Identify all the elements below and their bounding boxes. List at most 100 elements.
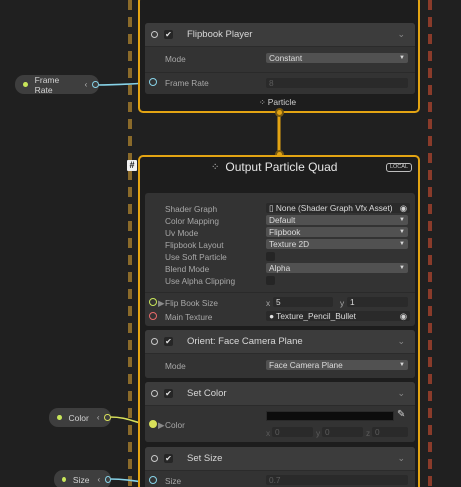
uv-mode-label: Uv Mode xyxy=(165,228,199,238)
property-type-dot xyxy=(62,477,66,482)
block-title: Set Size xyxy=(187,453,223,464)
chevron-left-icon[interactable]: ‹ xyxy=(85,80,88,89)
file-icon: ▯ xyxy=(269,203,274,213)
use-soft-particle-label: Use Soft Particle xyxy=(165,252,227,262)
chevron-down-icon[interactable]: ⌄ xyxy=(397,336,405,347)
color-mapping-dropdown[interactable]: Default ▼ xyxy=(266,215,408,225)
chevron-down-icon[interactable]: ⌄ xyxy=(397,453,405,464)
orient-block[interactable]: ✔ Orient: Face Camera Plane ⌄ Mode Face … xyxy=(145,330,415,378)
flip-book-size-label: Flip Book Size xyxy=(165,298,219,308)
orient-block-header[interactable]: ✔ Orient: Face Camera Plane ⌄ xyxy=(145,330,415,354)
flip-book-size-port[interactable] xyxy=(149,298,157,306)
block-port-icon[interactable] xyxy=(151,31,158,38)
use-soft-particle-checkbox[interactable] xyxy=(266,252,275,261)
divider xyxy=(145,72,415,73)
chevron-left-icon[interactable]: ‹ xyxy=(97,413,100,422)
property-node-size[interactable]: Size ‹ xyxy=(54,470,111,487)
size-field[interactable]: 0.7 xyxy=(266,475,408,485)
mode-label: Mode xyxy=(165,54,186,64)
shader-graph-field[interactable]: ▯ None (Shader Graph Vfx Asset) ◉ xyxy=(266,203,410,213)
block-port-icon[interactable] xyxy=(151,455,158,462)
flipbook-player-block[interactable]: ✔ Flipbook Player ⌄ Mode Constant ▼ Frame… xyxy=(145,23,415,94)
size-port[interactable] xyxy=(149,476,157,484)
eyedropper-icon[interactable]: ✎ xyxy=(397,409,405,420)
x-axis-label: x xyxy=(266,298,271,308)
texture-icon: ● xyxy=(269,311,275,321)
mode-label: Mode xyxy=(165,361,186,371)
chevron-down-icon[interactable]: ⌄ xyxy=(397,29,405,40)
property-node-color[interactable]: Color ‹ xyxy=(49,408,111,427)
block-port-icon[interactable] xyxy=(151,390,158,397)
output-context-title: ⁘ Output Particle Quad xyxy=(211,160,338,174)
color-x-field[interactable]: 0 xyxy=(272,427,313,437)
expand-arrow-icon[interactable]: ▶ xyxy=(158,298,164,308)
block-enable-checkbox[interactable]: ✔ xyxy=(164,30,173,39)
mode-dropdown[interactable]: Constant ▼ xyxy=(266,53,408,63)
chevron-left-icon[interactable]: ‹ xyxy=(97,475,100,484)
frame-rate-label: Frame Rate xyxy=(165,78,209,88)
block-enable-checkbox[interactable]: ✔ xyxy=(164,389,173,398)
main-texture-field[interactable]: ● Texture_Pencil_Bullet ◉ xyxy=(266,311,410,321)
color-mapping-label: Color Mapping xyxy=(165,216,219,226)
property-output-port[interactable] xyxy=(105,476,111,483)
dropdown-arrow-icon: ▼ xyxy=(399,229,405,235)
block-title: Orient: Face Camera Plane xyxy=(187,336,303,347)
frame-rate-port[interactable] xyxy=(149,78,157,86)
set-color-block[interactable]: ✔ Set Color ⌄ ▶ Color ✎ x 0 y 0 z 0 xyxy=(145,382,415,442)
color-z-field[interactable]: 0 xyxy=(372,427,408,437)
property-type-dot xyxy=(23,82,28,87)
use-alpha-clipping-checkbox[interactable] xyxy=(266,276,275,285)
property-node-frame-rate[interactable]: Frame Rate ‹ xyxy=(15,74,99,95)
property-name: Size xyxy=(72,474,90,485)
expand-arrow-icon[interactable]: ▶ xyxy=(158,420,164,430)
flipbook-player-header[interactable]: ✔ Flipbook Player ⌄ xyxy=(145,23,415,47)
flipbook-layout-dropdown[interactable]: Texture 2D ▼ xyxy=(266,239,408,249)
flow-output-anchor[interactable] xyxy=(275,108,284,117)
set-color-header[interactable]: ✔ Set Color ⌄ xyxy=(145,382,415,406)
property-type-dot xyxy=(57,415,62,420)
size-label: Size xyxy=(165,476,182,486)
object-picker-icon[interactable]: ◉ xyxy=(400,311,407,321)
blend-mode-dropdown[interactable]: Alpha ▼ xyxy=(266,263,408,273)
block-port-icon[interactable] xyxy=(151,338,158,345)
dropdown-arrow-icon: ▼ xyxy=(399,241,405,247)
main-texture-label: Main Texture xyxy=(165,312,213,322)
block-title: Flipbook Player xyxy=(187,29,253,40)
object-picker-icon[interactable]: ◉ xyxy=(400,203,407,213)
main-texture-port[interactable] xyxy=(149,312,157,320)
dropdown-arrow-icon: ▼ xyxy=(399,362,405,368)
shader-graph-label: Shader Graph xyxy=(165,204,218,214)
y-axis-label: y xyxy=(316,428,321,438)
uv-mode-dropdown[interactable]: Flipbook ▼ xyxy=(266,227,408,237)
frame-rate-field[interactable]: 8 xyxy=(266,78,408,88)
property-name: Color xyxy=(68,412,89,423)
z-axis-label: z xyxy=(366,428,371,438)
set-size-block[interactable]: ✔ Set Size ⌄ Size 0.7 xyxy=(145,447,415,487)
orient-mode-dropdown[interactable]: Face Camera Plane ▼ xyxy=(266,360,408,370)
color-y-field[interactable]: 0 xyxy=(322,427,363,437)
property-output-port[interactable] xyxy=(92,81,99,88)
block-title: Set Color xyxy=(187,388,227,399)
hash-icon[interactable]: # xyxy=(127,160,137,171)
flip-book-size-y-field[interactable]: 1 xyxy=(347,297,408,307)
dropdown-arrow-icon: ▼ xyxy=(399,55,405,61)
chevron-down-icon[interactable]: ⌄ xyxy=(397,388,405,399)
particle-quad-icon: ⁘ xyxy=(211,161,220,173)
y-axis-label: y xyxy=(340,298,345,308)
property-output-port[interactable] xyxy=(104,414,111,421)
flipbook-layout-label: Flipbook Layout xyxy=(165,240,224,250)
color-label: Color xyxy=(165,420,185,430)
local-badge[interactable]: LOCAL xyxy=(386,163,412,172)
block-enable-checkbox[interactable]: ✔ xyxy=(164,337,173,346)
color-swatch[interactable] xyxy=(266,411,394,421)
color-port[interactable] xyxy=(149,420,157,428)
set-size-header[interactable]: ✔ Set Size ⌄ xyxy=(145,447,415,471)
property-name: Frame Rate xyxy=(34,74,60,95)
particle-icon: ⁘ xyxy=(259,97,266,107)
particle-port-label: Particle xyxy=(267,97,297,107)
particle-output-port[interactable]: ⁘ Particle xyxy=(259,97,296,107)
block-enable-checkbox[interactable]: ✔ xyxy=(164,454,173,463)
blend-mode-label: Blend Mode xyxy=(165,264,210,274)
divider xyxy=(145,292,415,293)
flip-book-size-x-field[interactable]: 5 xyxy=(273,297,333,307)
